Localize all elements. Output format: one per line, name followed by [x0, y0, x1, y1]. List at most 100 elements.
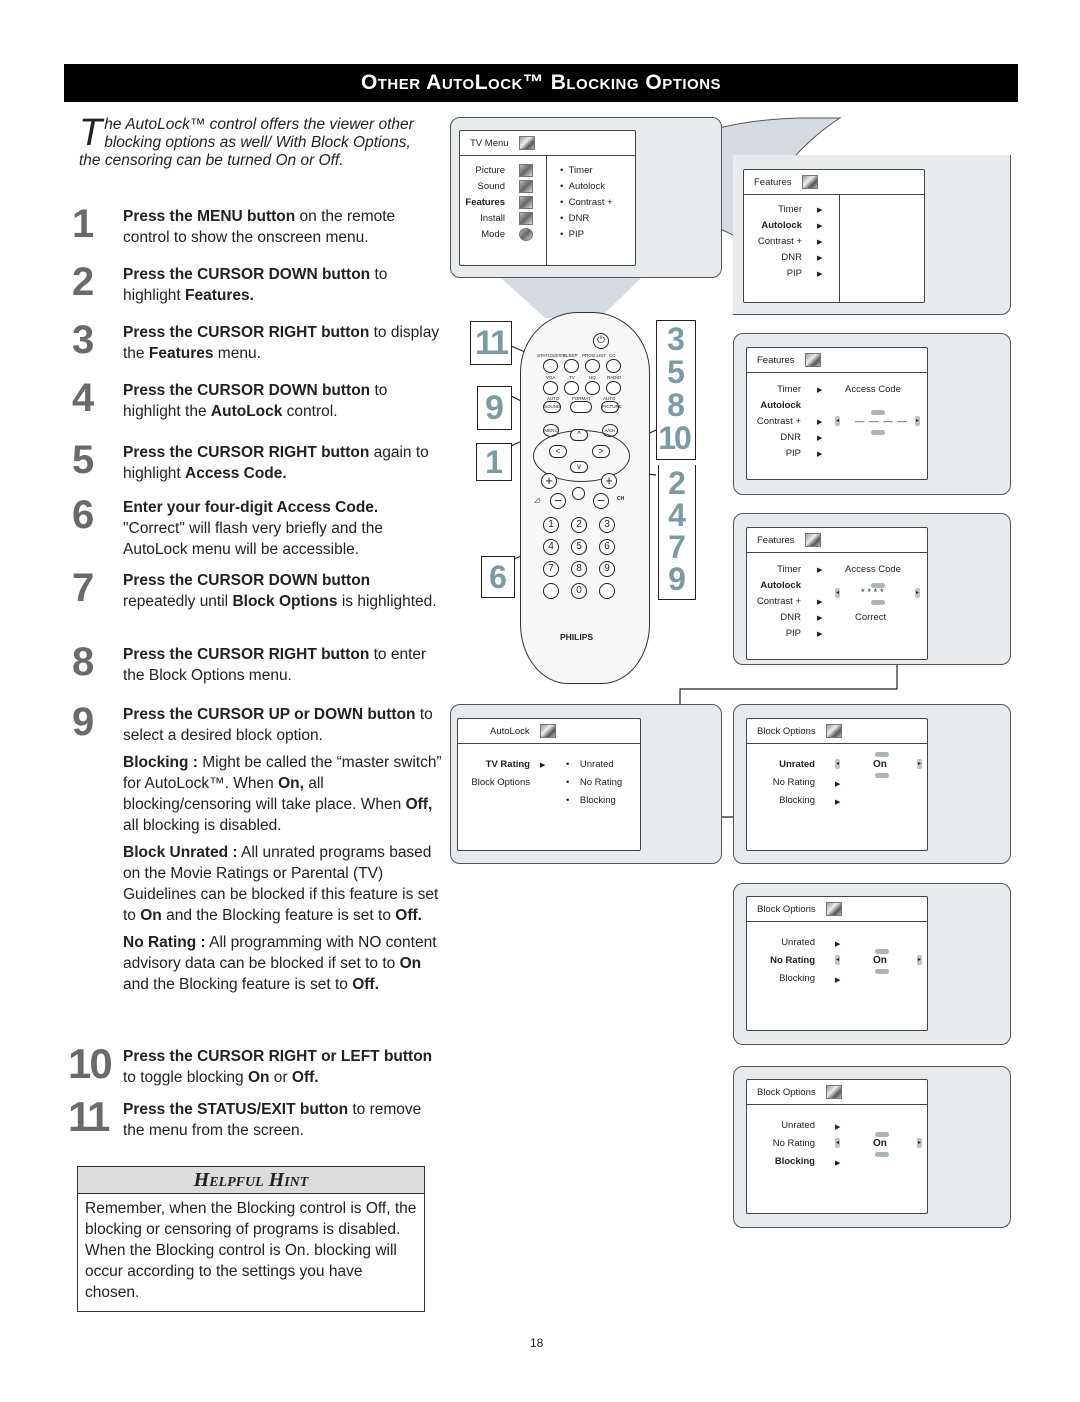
menu-item-autolock[interactable]: Autolock	[741, 580, 801, 591]
menu-item-dnr[interactable]: DNR	[741, 432, 801, 443]
channel-down-button[interactable]: −	[593, 493, 609, 509]
menu-item-contrast[interactable]: Contrast +	[742, 236, 802, 247]
menu-item-contrast[interactable]: Contrast +	[741, 416, 801, 427]
volume-down-button[interactable]: −	[550, 493, 566, 509]
option-value[interactable]: On	[873, 955, 887, 966]
channel-up-button[interactable]: +	[601, 473, 617, 489]
blank-right-button[interactable]	[599, 583, 615, 599]
vga-button[interactable]	[543, 381, 558, 395]
callout-6: 6	[481, 556, 515, 598]
hq-button[interactable]	[585, 381, 600, 395]
cursor-down-button[interactable]: v	[570, 461, 588, 473]
digit-3-button[interactable]: 3	[599, 517, 615, 533]
digit-2-button[interactable]: 2	[571, 517, 587, 533]
menu-item-dnr[interactable]: DNR	[741, 612, 801, 623]
menu-item-picture[interactable]: Picture	[455, 165, 505, 176]
intro-text: he AutoLock™ control offers the viewer o…	[79, 116, 414, 169]
menu-item-install[interactable]: Install	[455, 213, 505, 224]
menu-item-features[interactable]: Features	[455, 197, 505, 208]
menu-title: Block Options	[757, 725, 816, 737]
menu-item-mode[interactable]: Mode	[455, 229, 505, 240]
cc-button[interactable]	[606, 359, 621, 373]
menu-title-bar: Block Options	[747, 719, 927, 744]
menu-item-dnr[interactable]: DNR	[742, 252, 802, 263]
digit-8-button[interactable]: 8	[571, 561, 587, 577]
option-blocking[interactable]: Blocking	[745, 973, 815, 984]
cursor-left-button[interactable]: <	[549, 445, 567, 458]
menu-item-pip[interactable]: PIP	[741, 628, 801, 639]
arrow-right-icon: ▶	[817, 599, 823, 606]
selector-left-icon[interactable]: ◂	[835, 416, 840, 426]
block-options-menu: Block Options Unrated No Rating Blocking…	[746, 718, 928, 851]
step-text: is highlighted.	[337, 593, 437, 610]
option-no-rating[interactable]: No Rating	[745, 955, 815, 966]
step-action: Press the CURSOR RIGHT or LEFT button	[123, 1048, 433, 1065]
selector-left-icon[interactable]: ◂	[835, 588, 840, 598]
mute-button[interactable]	[572, 487, 585, 500]
option-no-rating[interactable]: No Rating	[745, 777, 815, 788]
selector-right-icon[interactable]: ▸	[915, 416, 920, 426]
step-11: 11 Press the STATUS/EXIT button to remov…	[68, 1096, 442, 1141]
digit-0-button[interactable]: 0	[571, 583, 587, 599]
option-blocking[interactable]: Blocking	[745, 1156, 815, 1167]
tv-button[interactable]	[564, 381, 579, 395]
option-unrated[interactable]: Unrated	[745, 937, 815, 948]
digit-1-button[interactable]: 1	[543, 517, 559, 533]
option-blocking[interactable]: Blocking	[745, 795, 815, 806]
menu-item-block-options[interactable]: Block Options	[460, 777, 530, 788]
option-value[interactable]: On	[873, 1138, 887, 1149]
channel-label: CH	[617, 496, 625, 502]
menu-item-tv-rating[interactable]: TV Rating	[460, 759, 530, 770]
step-emphasis: On	[247, 1069, 270, 1086]
digit-6-button[interactable]: 6	[599, 539, 615, 555]
option-no-rating[interactable]: No Rating	[745, 1138, 815, 1149]
step-action: Press the CURSOR DOWN button	[123, 266, 371, 283]
menu-item-timer[interactable]: Timer	[741, 384, 801, 395]
menu-item-pip[interactable]: PIP	[742, 268, 802, 279]
menu-item-sound[interactable]: Sound	[455, 181, 505, 192]
menu-item-pip[interactable]: PIP	[741, 448, 801, 459]
step-number: 4	[72, 376, 95, 420]
selector-left-icon[interactable]: ◂	[835, 955, 840, 965]
selector-up-pill	[875, 752, 889, 757]
volume-up-button[interactable]: +	[541, 473, 557, 489]
access-code-field[interactable]: — — — —	[855, 416, 908, 427]
menu-item-autolock[interactable]: Autolock	[741, 400, 801, 411]
sleep-button[interactable]	[564, 359, 579, 373]
cursor-right-button[interactable]: >	[592, 445, 610, 458]
access-code-field[interactable]: * * * *	[861, 587, 884, 598]
status-exit-button[interactable]	[543, 359, 558, 373]
callout-11: 11	[470, 321, 512, 365]
blank-left-button[interactable]	[543, 583, 559, 599]
digit-7-button[interactable]: 7	[543, 561, 559, 577]
menu-item-timer[interactable]: Timer	[741, 564, 801, 575]
selector-left-icon[interactable]: ◂	[835, 1138, 840, 1148]
auto-picture-button[interactable]: PICTURE	[601, 401, 622, 413]
digit-4-button[interactable]: 4	[543, 539, 559, 555]
menu-item-timer[interactable]: Timer	[742, 204, 802, 215]
auto-sound-button[interactable]: SOUND	[543, 401, 561, 413]
digit-5-button[interactable]: 5	[571, 539, 587, 555]
correct-message: Correct	[855, 612, 887, 623]
menu-title: Features	[754, 176, 792, 188]
menu-divider	[839, 195, 840, 302]
option-unrated[interactable]: Unrated	[745, 1120, 815, 1131]
submenu-item: • Contrast +	[560, 197, 613, 208]
menu-item-contrast[interactable]: Contrast +	[741, 596, 801, 607]
format-button[interactable]	[570, 401, 592, 413]
menu-item-autolock[interactable]: Autolock	[742, 220, 802, 231]
selector-right-icon[interactable]: ▸	[915, 588, 920, 598]
option-value[interactable]: On	[873, 759, 887, 770]
prog-list-button[interactable]	[585, 359, 600, 373]
selector-right-icon[interactable]: ▸	[917, 1138, 922, 1148]
radio-button[interactable]	[606, 381, 621, 395]
selector-left-icon[interactable]: ◂	[835, 759, 840, 769]
cursor-up-button[interactable]: ^	[570, 429, 588, 441]
digit-9-button[interactable]: 9	[599, 561, 615, 577]
selector-right-icon[interactable]: ▸	[917, 955, 922, 965]
power-button[interactable]: ⏻	[593, 333, 609, 349]
option-unrated[interactable]: Unrated	[745, 759, 815, 770]
selector-right-icon[interactable]: ▸	[917, 759, 922, 769]
selector-up-pill	[871, 410, 885, 415]
submenu-item: • Unrated	[566, 759, 614, 770]
